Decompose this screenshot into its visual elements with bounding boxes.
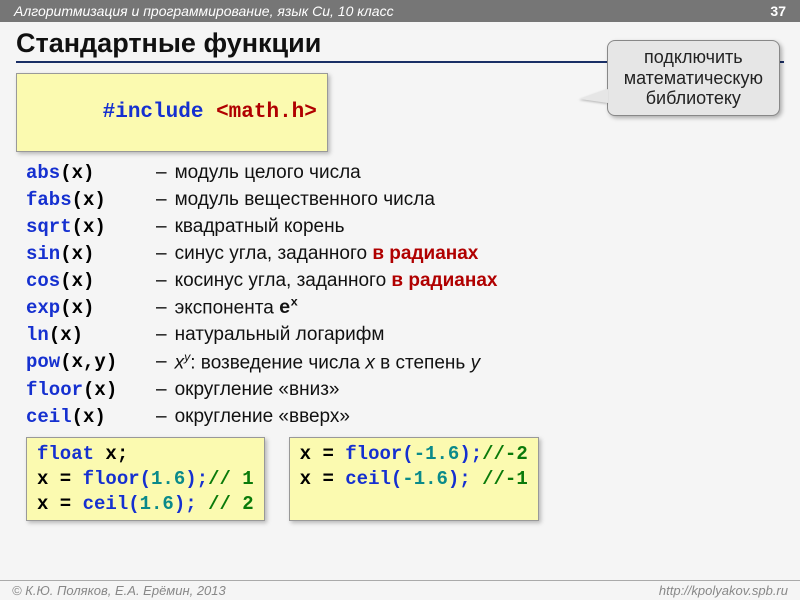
func-fabs: fabs(x)–модуль вещественного числа bbox=[26, 187, 784, 214]
copyright: © К.Ю. Поляков, Е.А. Ерёмин, 2013 bbox=[12, 583, 226, 598]
footer-url: http://kpolyakov.spb.ru bbox=[659, 583, 788, 598]
callout-line: подключить bbox=[624, 47, 763, 68]
example-box-2: x = floor(-1.6);//-2 x = ceil(-1.6); //-… bbox=[289, 437, 539, 521]
include-header: <math.h> bbox=[216, 101, 317, 124]
include-directive: #include bbox=[103, 101, 204, 124]
page-number: 37 bbox=[770, 3, 786, 19]
example-box-1: float x; x = floor(1.6);// 1 x = ceil(1.… bbox=[26, 437, 265, 521]
func-floor: floor(x)–округление «вниз» bbox=[26, 377, 784, 404]
func-abs: abs(x)–модуль целого числа bbox=[26, 160, 784, 187]
func-pow: pow(x,y)–xy: возведение числа x в степен… bbox=[26, 349, 784, 377]
include-codebox: #include <math.h> bbox=[16, 73, 328, 152]
function-list: abs(x)–модуль целого числа fabs(x)–модул… bbox=[26, 160, 784, 431]
course-title: Алгоритмизация и программирование, язык … bbox=[14, 3, 394, 19]
footer: © К.Ю. Поляков, Е.А. Ерёмин, 2013 http:/… bbox=[0, 580, 800, 600]
func-sin: sin(x)–синус угла, заданного в радианах bbox=[26, 241, 784, 268]
top-bar: Алгоритмизация и программирование, язык … bbox=[0, 0, 800, 22]
func-cos: cos(x)–косинус угла, заданного в радиана… bbox=[26, 268, 784, 295]
callout-line: библиотеку bbox=[624, 88, 763, 109]
func-ln: ln(x)–натуральный логарифм bbox=[26, 322, 784, 349]
func-exp: exp(x)–экспонента ex bbox=[26, 295, 784, 322]
callout-box: подключить математическую библиотеку bbox=[607, 40, 780, 116]
func-ceil: ceil(x)–округление «вверх» bbox=[26, 404, 784, 431]
callout-line: математическую bbox=[624, 68, 763, 89]
slide-content: Стандартные функции #include <math.h> по… bbox=[0, 22, 800, 521]
example-row: float x; x = floor(1.6);// 1 x = ceil(1.… bbox=[26, 437, 784, 521]
func-sqrt: sqrt(x)–квадратный корень bbox=[26, 214, 784, 241]
